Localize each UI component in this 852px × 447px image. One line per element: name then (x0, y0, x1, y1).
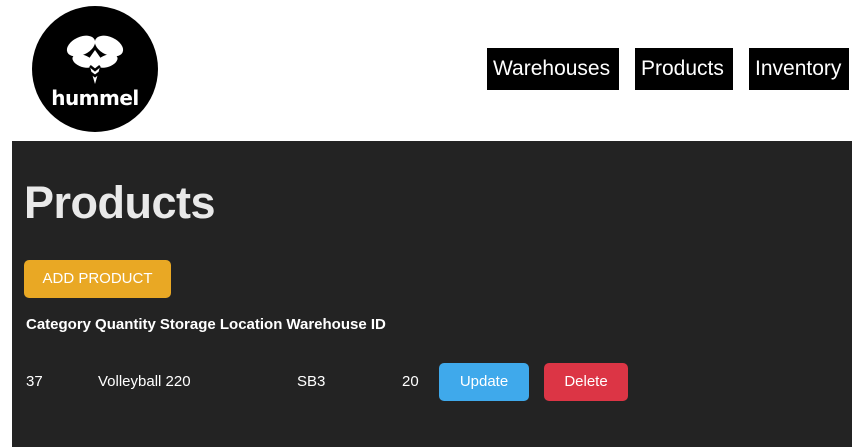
nav-warehouses-link[interactable]: Warehouses (487, 48, 619, 90)
row-id: 37 (26, 373, 43, 390)
column-header-warehouse-id: Warehouse ID (286, 316, 386, 333)
table-header: Category Quantity Storage Location Warehous… (26, 316, 390, 333)
products-panel: Products ADD PRODUCT Category Quantity Sto… (12, 141, 852, 447)
add-product-button[interactable]: ADD PRODUCT (24, 260, 171, 298)
hummel-bee-logo-icon (66, 35, 124, 84)
row-warehouse-id: 20 (402, 373, 419, 390)
column-header-category: Category (26, 316, 92, 333)
nav-inventory-link[interactable]: Inventory (749, 48, 849, 90)
row-category-quantity: Volleyball 220 (98, 373, 191, 390)
page-title: Products (24, 177, 216, 228)
update-button[interactable]: Update (439, 363, 529, 401)
row-storage-location: SB3 (297, 373, 326, 390)
column-header-quantity: Quantity (95, 316, 156, 333)
site-header: hummel Warehouses Products Inventory (0, 0, 852, 140)
brand-name: hummel (51, 86, 139, 110)
column-header-storage-location: Storage Location (159, 316, 283, 333)
nav-products-link[interactable]: Products (635, 48, 733, 90)
brand-logo[interactable]: hummel (32, 6, 158, 132)
delete-button[interactable]: Delete (544, 363, 628, 401)
